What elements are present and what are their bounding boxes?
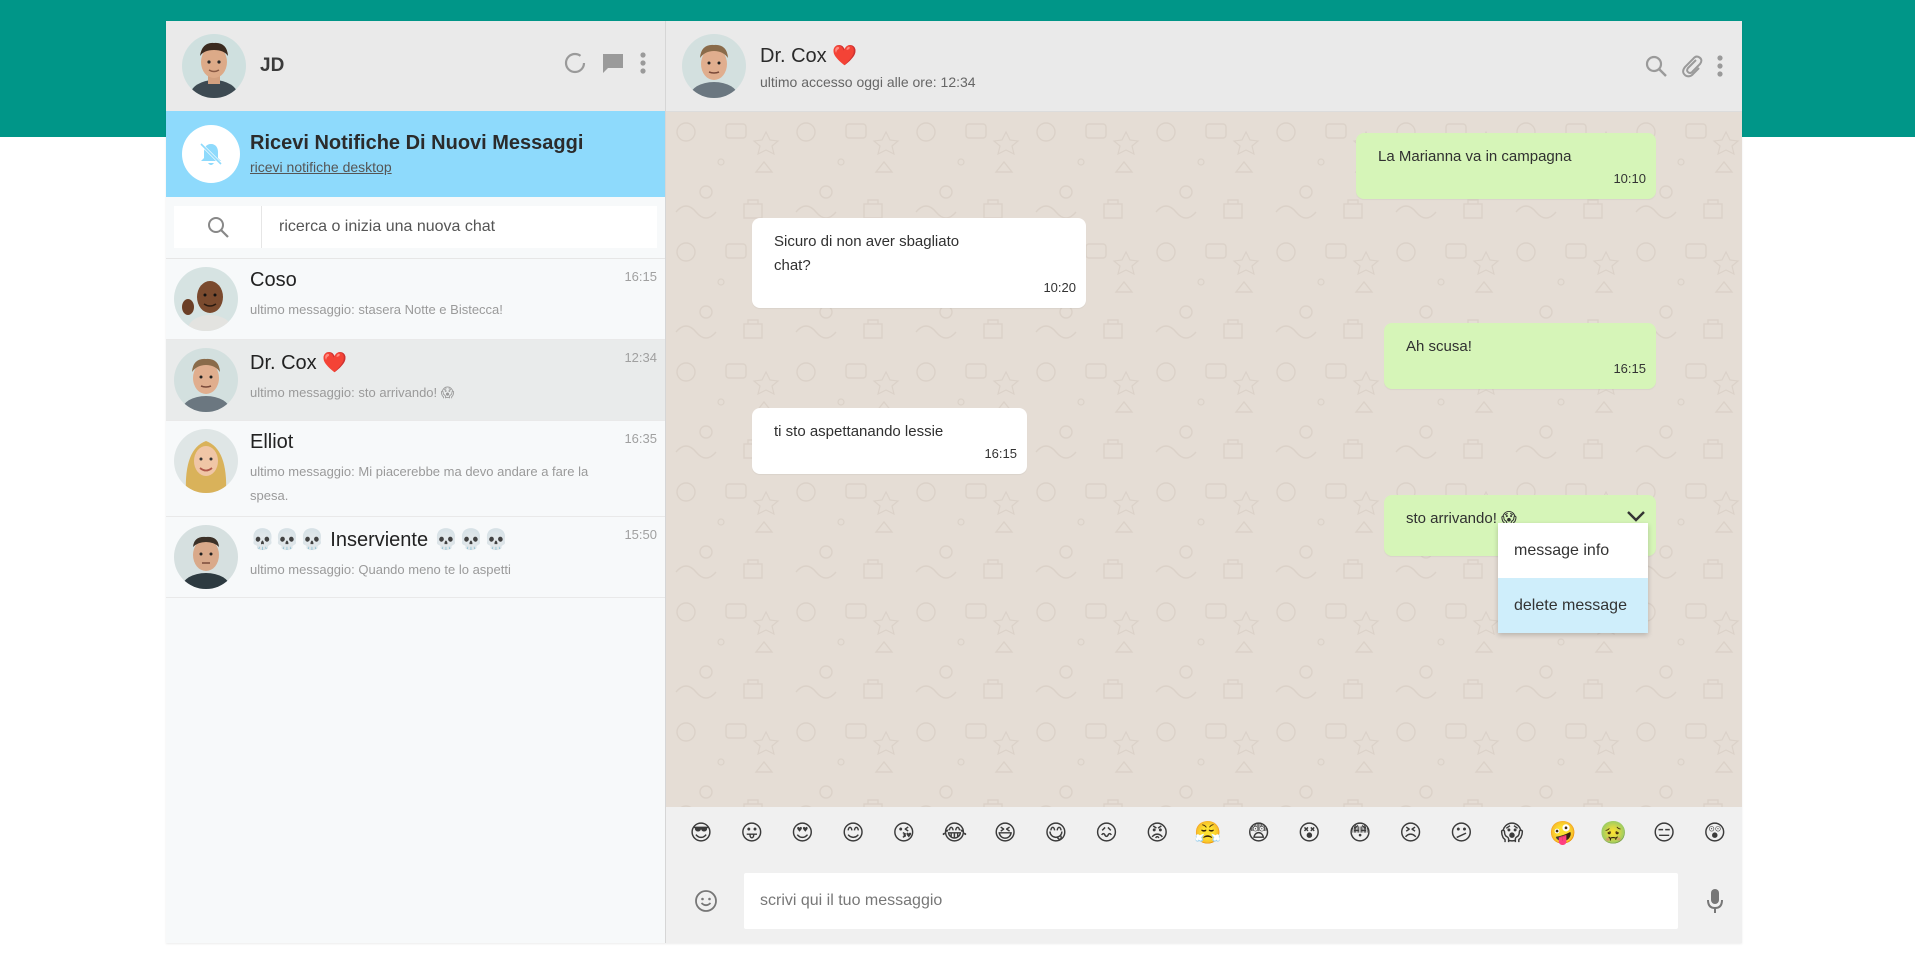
message-context-menu: message info delete message — [1498, 523, 1648, 633]
emoji-item[interactable]: 😋 — [1041, 821, 1071, 846]
chat-item-elliot[interactable]: Elliot ultimo messaggio: Mi piacerebbe m… — [166, 421, 665, 517]
contact-last-seen: ultimo accesso oggi alle ore: 12:34 — [760, 73, 976, 90]
sidebar-header-icons — [563, 51, 647, 75]
message-input[interactable] — [744, 873, 1678, 929]
conversation-header-icons — [1644, 54, 1724, 78]
message-bubble-sent[interactable]: Ah scusa! 16:15 — [1384, 323, 1656, 389]
drcox-avatar — [174, 348, 238, 412]
message-time: 16:15 — [1613, 361, 1646, 376]
contact-name-text: Dr. Cox — [760, 44, 827, 67]
chat-name: Dr. Cox ❤️ — [250, 352, 348, 374]
search-bar — [166, 197, 665, 259]
message-text: ti sto aspettanando lessie — [774, 423, 944, 440]
emoji-bar: 😎 😛 😍 😊 😘 😂 😆 😋 😖 😡 😤 😨 😵 😳 😣 😕 😱 🤪 🤢 😑 … — [666, 807, 1742, 859]
search-input[interactable] — [262, 206, 657, 248]
sidebar: JD Ricevi Notifiche Di Nuovi Messaggi ri… — [166, 21, 666, 943]
contact-info: Dr. Cox ❤️ ultimo accesso oggi alle ore:… — [760, 43, 976, 90]
chat-body: Coso ultimo messaggio: stasera Notte e B… — [250, 267, 657, 331]
message-text: Ah scusa! — [1406, 338, 1472, 355]
chat-time: 15:50 — [624, 527, 657, 542]
message-text: La Marianna va in campagna — [1378, 148, 1572, 165]
chat-last-message: ultimo messaggio: stasera Notte e Bistec… — [250, 302, 503, 317]
message-bubble-received[interactable]: ti sto aspettanando lessie 16:15 — [752, 408, 1027, 474]
emoji-item[interactable]: 😎 — [686, 821, 716, 846]
emoji-item[interactable]: 😡 — [1142, 821, 1172, 846]
my-name: JD — [260, 55, 285, 76]
chat-name: 💀💀💀 Inserviente 💀💀💀 — [250, 529, 509, 551]
chat-name: Coso — [250, 269, 297, 291]
emoji-item[interactable]: 😳 — [1345, 821, 1375, 846]
chat-item-inserviente[interactable]: 💀💀💀 Inserviente 💀💀💀 ultimo messaggio: Qu… — [166, 517, 665, 598]
emoji-item[interactable]: 😤 — [1193, 821, 1223, 846]
menu-dots-icon[interactable] — [639, 51, 647, 75]
message-time: 16:15 — [984, 446, 1017, 461]
chat-app: JD Ricevi Notifiche Di Nuovi Messaggi ri… — [166, 21, 1742, 943]
inserviente-avatar — [174, 525, 238, 589]
chat-body: Elliot ultimo messaggio: Mi piacerebbe m… — [250, 429, 657, 508]
message-time: 10:20 — [1043, 280, 1076, 295]
notification-text: Ricevi Notifiche Di Nuovi Messaggi ricev… — [250, 132, 583, 177]
attach-icon[interactable] — [1680, 54, 1704, 78]
emoji-item[interactable]: 😲 — [1700, 821, 1730, 846]
emoji-item[interactable]: 😕 — [1446, 821, 1476, 846]
message-bubble-received[interactable]: Sicuro di non aver sbagliato chat? 10:20 — [752, 218, 1086, 308]
message-composer — [666, 859, 1742, 943]
elliot-avatar — [174, 429, 238, 493]
message-bubble-sent[interactable]: La Marianna va in campagna 10:10 — [1356, 133, 1656, 199]
chat-item-drcox[interactable]: Dr. Cox ❤️ ultimo messaggio: sto arrivan… — [166, 340, 665, 421]
chat-last-message: ultimo messaggio: Quando meno te lo aspe… — [250, 562, 511, 577]
emoji-item[interactable]: 😱 — [1497, 821, 1527, 846]
message-area: La Marianna va in campagna 10:10 Sicuro … — [666, 112, 1742, 807]
desktop-notifications-link[interactable]: ricevi notifiche desktop — [250, 159, 392, 175]
chat-last-message: ultimo messaggio: sto arrivando! 😱 — [250, 385, 455, 400]
emoji-item[interactable]: 😆 — [990, 821, 1020, 846]
notification-title: Ricevi Notifiche Di Nuovi Messaggi — [250, 131, 584, 154]
chat-name: Elliot — [250, 431, 294, 453]
chat-item-coso[interactable]: Coso ultimo messaggio: stasera Notte e B… — [166, 259, 665, 340]
search-icon[interactable] — [1644, 54, 1668, 78]
bell-off-icon — [182, 125, 240, 183]
emoji-item[interactable]: 😨 — [1244, 821, 1274, 846]
chat-time: 12:34 — [624, 350, 657, 365]
message-time: 10:10 — [1613, 171, 1646, 186]
chat-list: Coso ultimo messaggio: stasera Notte e B… — [166, 259, 665, 943]
emoji-item[interactable]: 😣 — [1396, 821, 1426, 846]
contact-avatar[interactable] — [682, 34, 746, 98]
emoji-item[interactable]: 😑 — [1649, 821, 1679, 846]
emoji-item[interactable]: 😊 — [838, 821, 868, 846]
menu-dots-icon[interactable] — [1716, 54, 1724, 78]
emoji-item[interactable]: 😍 — [787, 821, 817, 846]
emoji-item[interactable]: 😘 — [889, 821, 919, 846]
menu-item-delete-message[interactable]: delete message — [1498, 578, 1648, 633]
chat-time: 16:15 — [624, 269, 657, 284]
new-chat-icon[interactable] — [601, 51, 625, 75]
contact-name: Dr. Cox ❤️ — [760, 43, 976, 68]
chat-time: 16:35 — [624, 431, 657, 446]
emoji-item[interactable]: 😂 — [939, 821, 969, 846]
sidebar-header: JD — [166, 21, 665, 111]
message-text: Sicuro di non aver sbagliato chat? — [774, 233, 960, 274]
coso-avatar — [174, 267, 238, 331]
smiley-icon[interactable] — [694, 889, 718, 913]
search-icon[interactable] — [174, 206, 262, 248]
emoji-item[interactable]: 😛 — [737, 821, 767, 846]
status-icon[interactable] — [563, 51, 587, 75]
emoji-item[interactable]: 😖 — [1092, 821, 1122, 846]
conversation-header: Dr. Cox ❤️ ultimo accesso oggi alle ore:… — [666, 21, 1742, 112]
notification-banner[interactable]: Ricevi Notifiche Di Nuovi Messaggi ricev… — [166, 111, 665, 197]
emoji-item[interactable]: 🤪 — [1548, 821, 1578, 846]
heart-emoji: ❤️ — [832, 44, 858, 67]
emoji-item[interactable]: 😵 — [1294, 821, 1324, 846]
mic-icon[interactable] — [1706, 888, 1724, 914]
menu-item-message-info[interactable]: message info — [1498, 523, 1648, 578]
chat-body: Dr. Cox ❤️ ultimo messaggio: sto arrivan… — [250, 348, 657, 412]
my-avatar[interactable] — [182, 34, 246, 98]
conversation-pane: Dr. Cox ❤️ ultimo accesso oggi alle ore:… — [666, 21, 1742, 943]
chat-body: 💀💀💀 Inserviente 💀💀💀 ultimo messaggio: Qu… — [250, 525, 657, 589]
emoji-item[interactable]: 🤢 — [1598, 821, 1628, 846]
chat-last-message: ultimo messaggio: Mi piacerebbe ma devo … — [250, 464, 589, 503]
search-box — [174, 206, 657, 248]
